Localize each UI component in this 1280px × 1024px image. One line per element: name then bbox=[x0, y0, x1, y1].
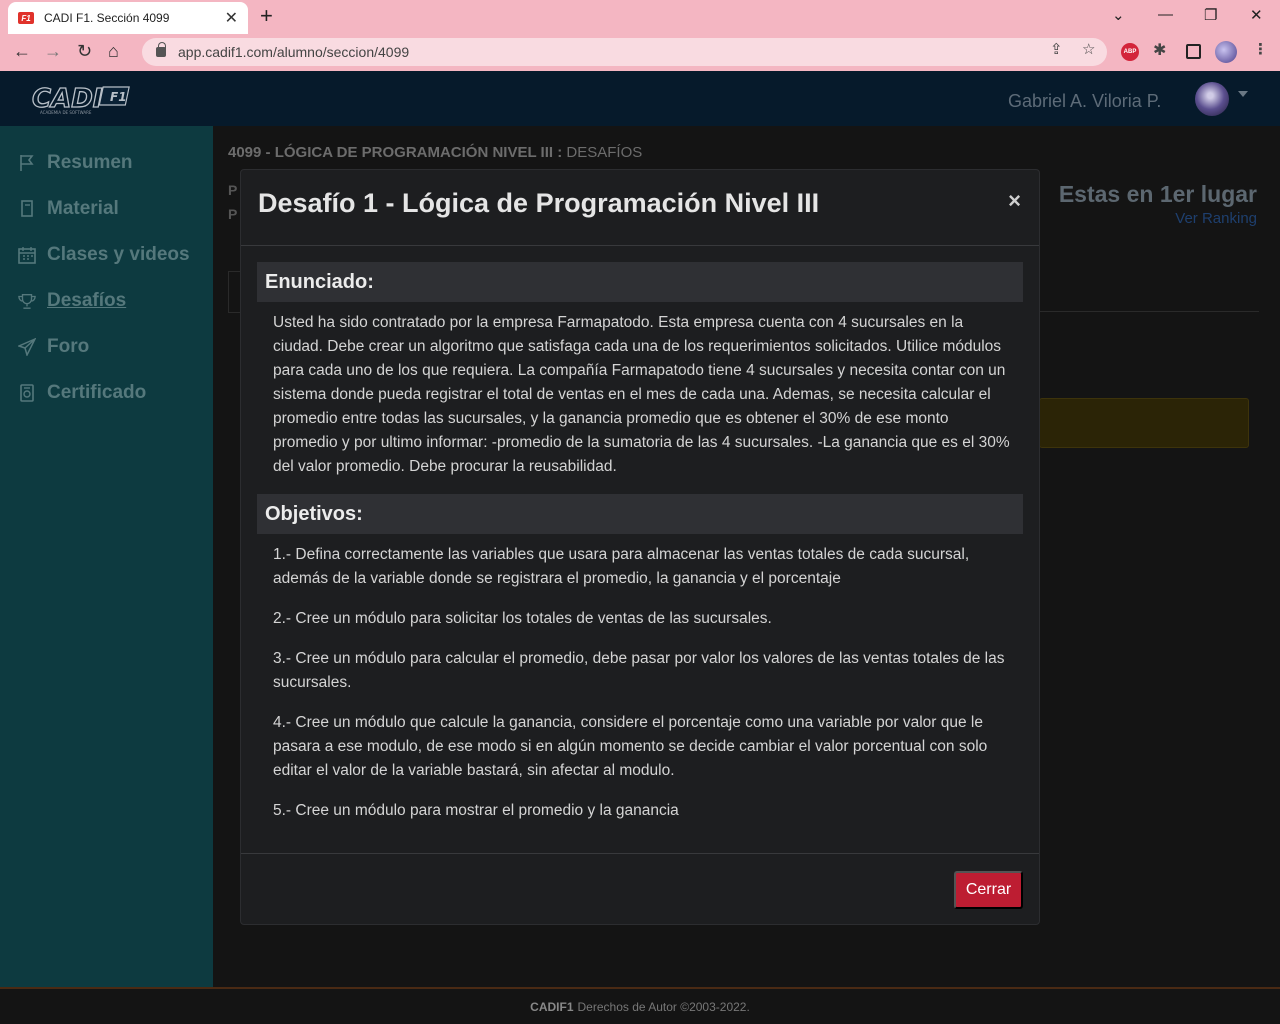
challenge-modal: Desafío 1 - Lógica de Programación Nivel… bbox=[240, 169, 1040, 925]
home-icon[interactable]: ⌂ bbox=[108, 41, 119, 62]
sidebar-item-resumen[interactable]: Resumen bbox=[18, 148, 133, 178]
breadcrumb-section: DESAFÍOS bbox=[566, 144, 643, 161]
modal-title: Desafío 1 - Lógica de Programación Nivel… bbox=[258, 188, 820, 218]
sidebar-item-label: Certificado bbox=[47, 382, 147, 403]
tab-close-icon[interactable]: ✕ bbox=[225, 8, 238, 28]
objetivos-heading: Objetivos: bbox=[257, 494, 1023, 534]
extensions-puzzle-icon[interactable]: ✱ bbox=[1153, 40, 1166, 60]
site-favicon-icon: F1 bbox=[18, 12, 34, 24]
cadif1-logo[interactable]: CADI F1 ACADEMIA DE SOFTWARE bbox=[31, 83, 132, 115]
cerrar-button[interactable]: Cerrar bbox=[954, 871, 1023, 909]
modal-header: Desafío 1 - Lógica de Programación Nivel… bbox=[241, 170, 1039, 246]
sidebar-item-desafios[interactable]: Desafíos bbox=[18, 286, 126, 316]
background-text-fragment: P bbox=[228, 182, 238, 198]
browser-toolbar: ← → ↻ ⌂ app.cadif1.com/alumno/seccion/40… bbox=[0, 34, 1280, 71]
enunciado-heading: Enunciado: bbox=[257, 262, 1023, 302]
side-panel-icon[interactable] bbox=[1186, 44, 1201, 59]
bookmark-star-icon[interactable]: ☆ bbox=[1082, 40, 1095, 58]
sidebar-item-foro[interactable]: Foro bbox=[18, 332, 89, 362]
objective-item: 1.- Defina correctamente las variables q… bbox=[273, 546, 970, 587]
sidebar-item-label: Foro bbox=[47, 336, 90, 357]
close-window-icon[interactable]: ✕ bbox=[1250, 6, 1263, 24]
breadcrumb: 4099 - LÓGICA DE PROGRAMACIÓN NIVEL III … bbox=[228, 144, 642, 161]
tab-search-chevron-icon[interactable]: ⌄ bbox=[1112, 6, 1125, 24]
user-avatar[interactable] bbox=[1195, 82, 1229, 116]
minimize-icon[interactable]: — bbox=[1158, 6, 1173, 23]
close-icon[interactable]: × bbox=[1008, 188, 1021, 214]
reload-icon[interactable]: ↻ bbox=[77, 41, 92, 62]
objective-item: 3.- Cree un módulo para calcular el prom… bbox=[273, 650, 1005, 691]
tab-title: CADI F1. Sección 4099 bbox=[44, 11, 170, 25]
modal-footer: Cerrar bbox=[241, 853, 1039, 925]
footer-brand: CADIF1 bbox=[530, 999, 574, 1014]
restore-icon[interactable]: ❐ bbox=[1204, 6, 1217, 24]
certificate-icon bbox=[18, 384, 36, 402]
adblock-extension-icon[interactable]: ABP bbox=[1121, 43, 1139, 61]
url-text[interactable]: app.cadif1.com/alumno/seccion/4099 bbox=[178, 44, 409, 60]
breadcrumb-course: 4099 - LÓGICA DE PROGRAMACIÓN NIVEL III bbox=[228, 144, 554, 161]
site-header: CADI F1 ACADEMIA DE SOFTWARE Gabriel A. … bbox=[0, 71, 1280, 126]
sidebar-item-material[interactable]: Material bbox=[18, 194, 119, 224]
footer-copyright: Derechos de Autor ©2003-2022. bbox=[577, 999, 750, 1014]
lock-icon[interactable] bbox=[156, 42, 166, 57]
address-bar[interactable]: app.cadif1.com/alumno/seccion/4099 bbox=[142, 38, 1107, 66]
page-footer: CADIF1 Derechos de Autor ©2003-2022. bbox=[0, 987, 1280, 1024]
calendar-icon bbox=[18, 246, 36, 264]
flag-icon bbox=[18, 154, 36, 172]
sidebar-item-clases-videos[interactable]: Clases y videos bbox=[18, 240, 190, 270]
sidebar-item-label: Desafíos bbox=[47, 290, 127, 311]
browser-menu-icon[interactable]: ⋮ bbox=[1253, 40, 1268, 58]
share-icon[interactable]: ⇪ bbox=[1050, 40, 1063, 58]
sidebar: Resumen Material Clases y videos Desafío… bbox=[0, 126, 213, 987]
browser-tab[interactable]: F1 CADI F1. Sección 4099 ✕ bbox=[8, 2, 248, 34]
background-alert bbox=[1039, 398, 1249, 448]
sidebar-item-label: Material bbox=[47, 198, 119, 219]
svg-text:F1: F1 bbox=[110, 90, 127, 104]
background-text-fragment: P bbox=[228, 206, 238, 222]
browser-tab-bar: F1 CADI F1. Sección 4099 ✕ + ⌄ — ❐ ✕ bbox=[0, 0, 1280, 34]
ver-ranking-link[interactable]: Ver Ranking bbox=[1175, 210, 1257, 227]
user-menu-caret-icon[interactable] bbox=[1238, 91, 1248, 97]
book-icon bbox=[18, 200, 36, 218]
objective-item: 2.- Cree un módulo para solicitar los to… bbox=[273, 610, 772, 627]
trophy-icon bbox=[18, 292, 36, 310]
svg-text:ACADEMIA DE SOFTWARE: ACADEMIA DE SOFTWARE bbox=[40, 110, 92, 115]
send-icon bbox=[18, 338, 36, 356]
sidebar-item-label: Resumen bbox=[47, 152, 133, 173]
new-tab-icon[interactable]: + bbox=[260, 5, 273, 27]
objective-item: 5.- Cree un módulo para mostrar el prome… bbox=[273, 802, 679, 819]
sidebar-item-label: Clases y videos bbox=[47, 244, 190, 265]
user-name[interactable]: Gabriel A. Viloria P. bbox=[1008, 91, 1161, 112]
forward-icon[interactable]: → bbox=[44, 41, 62, 62]
objective-item: 4.- Cree un módulo que calcule la gananc… bbox=[273, 714, 988, 779]
browser-profile-avatar[interactable] bbox=[1215, 41, 1237, 63]
back-icon[interactable]: ← bbox=[13, 41, 31, 62]
sidebar-item-certificado[interactable]: Certificado bbox=[18, 378, 146, 408]
ranking-status: Estas en 1er lugar bbox=[1058, 181, 1257, 207]
enunciado-text: Usted ha sido contratado por la empresa … bbox=[273, 314, 1010, 475]
divider bbox=[1039, 311, 1259, 312]
